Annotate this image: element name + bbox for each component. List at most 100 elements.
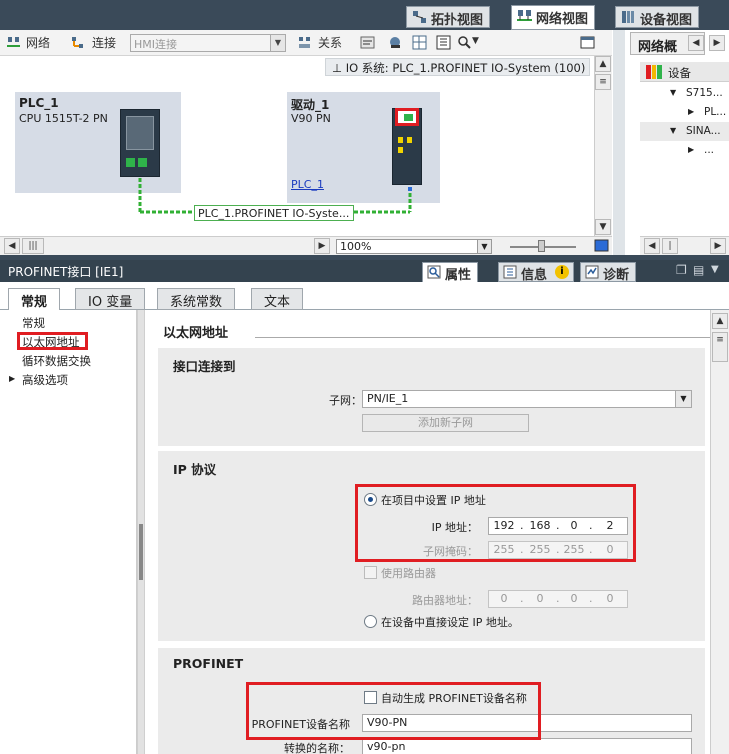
auto-generate-name-checkbox[interactable] <box>364 691 377 704</box>
scroll-thumb[interactable]: ≡ <box>712 332 728 362</box>
scroll-left-icon[interactable]: ◀ <box>4 238 20 254</box>
tab-device-view[interactable]: 设备视图 <box>615 6 700 28</box>
ip-address-label: IP 地址： <box>431 521 478 534</box>
mask-octet: 255 <box>563 543 585 556</box>
network-name-label[interactable]: PLC_1.PROFINET IO-Syste... <box>194 205 354 221</box>
group-profinet: PROFINET 自动生成 PROFINET设备名称 PROFINET设备名称 … <box>158 648 705 754</box>
inspector-content: 以太网地址 接口连接到 子网： PN/IE_1 ▼ 添加新子网 IP 协议 在项… <box>145 310 710 754</box>
info-badge-icon: i <box>555 265 570 279</box>
device-name-label: PROFINET设备名称 <box>251 718 350 731</box>
group-title: IP 协议 <box>173 462 217 477</box>
chevron-down-icon: ▼ <box>675 391 691 407</box>
properties-icon <box>427 265 441 279</box>
subnet-label: 子网： <box>329 394 362 407</box>
scroll-left-icon[interactable]: ◀ <box>644 238 660 254</box>
group-title: PROFINET <box>173 656 244 671</box>
overview-row[interactable]: ▶ PL... <box>640 103 729 122</box>
overview-row[interactable]: ▶... <box>640 141 729 160</box>
overview-splitter[interactable] <box>613 30 625 255</box>
subtab-system-constants[interactable]: 系统常数 <box>157 288 236 310</box>
set-ip-in-project-radio[interactable] <box>364 493 377 506</box>
section-title: 以太网地址 <box>163 326 229 341</box>
ip-octet: 2 <box>606 519 614 532</box>
overview-tab-label: 网络概 <box>638 40 678 55</box>
router-octet: 0 <box>500 592 508 605</box>
scroll-thumb[interactable]: ≡ <box>595 74 611 90</box>
maximize-icon[interactable]: ❐ <box>676 263 687 277</box>
subnet-value: PN/IE_1 <box>367 392 409 405</box>
group-interface-connection: 接口连接到 子网： PN/IE_1 ▼ 添加新子网 <box>158 348 705 446</box>
nav-cyclic-data-exchange[interactable]: 循环数据交换 <box>22 353 91 369</box>
ip-octet: 168 <box>529 519 551 532</box>
network-vertical-scrollbar[interactable]: ▲ ≡ ▼ <box>594 56 612 236</box>
tab-label: 网络视图 <box>536 12 589 27</box>
subtab-texts[interactable]: 文本 <box>251 288 304 310</box>
subtab-label: IO 变量 <box>88 295 133 310</box>
inspector-vertical-scrollbar[interactable]: ▲ ≡ <box>710 310 729 754</box>
tab-scroll-left-icon[interactable]: ◀ <box>688 35 704 51</box>
tab-label: 信息 <box>521 268 548 283</box>
router-address-label: 路由器地址： <box>412 594 478 607</box>
overview-row[interactable]: ▼ SINA... <box>640 122 729 141</box>
ip-address-field[interactable]: 192 . 168 . 0 . 2 <box>488 517 628 535</box>
tab-scroll-right-icon[interactable]: ▶ <box>709 35 725 51</box>
network-horizontal-bar: ◀ ||| ▶ 100% ▼ <box>0 236 612 255</box>
scroll-thumb[interactable]: ||| <box>22 238 44 254</box>
set-ip-on-device-label: 在设备中直接设定 IP 地址。 <box>381 616 519 629</box>
chevron-right-icon[interactable]: ▶ <box>9 374 15 383</box>
router-octet: 0 <box>536 592 544 605</box>
mask-octet: 255 <box>529 543 551 556</box>
navigation-splitter[interactable] <box>137 310 145 754</box>
inspector-subtabs: 常规 IO 变量 系统常数 文本 <box>0 282 729 311</box>
scroll-right-icon[interactable]: ▶ <box>314 238 330 254</box>
group-ip-protocol: IP 协议 在项目中设置 IP 地址 IP 地址： 192 . 168 . 0 … <box>158 451 705 641</box>
scroll-up-icon[interactable]: ▲ <box>595 56 611 72</box>
device-view-icon <box>622 11 634 23</box>
overview-navigation-icon[interactable] <box>594 238 610 254</box>
auto-generate-name-label: 自动生成 PROFINET设备名称 <box>381 692 527 705</box>
subtab-label: 系统常数 <box>170 295 223 310</box>
overview-header: 设备 <box>640 62 729 82</box>
subnet-select[interactable]: PN/IE_1 ▼ <box>362 390 692 408</box>
nav-general[interactable]: 常规 <box>22 315 45 331</box>
device-name-input[interactable]: V90-PN <box>362 714 692 732</box>
subtab-general[interactable]: 常规 <box>8 288 61 311</box>
add-new-subnet-button[interactable]: 添加新子网 <box>362 414 529 432</box>
scroll-up-icon[interactable]: ▲ <box>712 313 728 329</box>
subtab-io-tags[interactable]: IO 变量 <box>75 288 146 310</box>
tab-network-view[interactable]: 网络视图 <box>511 5 596 30</box>
nav-advanced-options[interactable]: 高级选项 <box>22 372 68 388</box>
zoom-slider-handle[interactable] <box>538 240 545 252</box>
overview-horizontal-scrollbar[interactable]: ◀ | ▶ <box>640 236 729 255</box>
overview-row-label: PL... <box>704 106 727 118</box>
nav-ethernet-address[interactable]: 以太网地址 <box>22 334 80 350</box>
device-tree-icon <box>646 65 662 79</box>
subtab-label: 常规 <box>21 295 48 310</box>
use-router-checkbox[interactable] <box>364 566 377 579</box>
set-ip-on-device-radio[interactable] <box>364 615 377 628</box>
subtab-label: 文本 <box>264 295 291 310</box>
router-address-field: 0 . 0 . 0 . 0 <box>488 590 628 608</box>
chevron-down-icon[interactable]: ▼ <box>711 264 719 275</box>
set-ip-in-project-label: 在项目中设置 IP 地址 <box>381 494 486 507</box>
scroll-right-icon[interactable]: ▶ <box>710 238 726 254</box>
restore-icon[interactable]: ▤ <box>693 263 704 277</box>
topology-view-icon <box>413 11 426 23</box>
tab-diagnostics[interactable]: 诊断 <box>580 262 637 283</box>
inspector-header: PROFINET接口 [IE1] 属性 信息 i 诊断 ❐ ▤ ▼ <box>0 260 729 283</box>
mask-octet: 255 <box>493 543 515 556</box>
scroll-thumb[interactable]: | <box>662 238 678 254</box>
zoom-select[interactable]: 100% ▼ <box>336 239 492 254</box>
tab-properties[interactable]: 属性 <box>422 262 479 283</box>
scroll-down-icon[interactable]: ▼ <box>595 219 611 235</box>
tab-label: 拓扑视图 <box>431 13 484 28</box>
tab-topology-view[interactable]: 拓扑视图 <box>406 6 491 28</box>
overview-row-label: S715... <box>686 87 723 99</box>
converted-name-label: 转换的名称： <box>284 742 350 754</box>
tab-info[interactable]: 信息 i <box>498 262 575 283</box>
overview-row-label: ... <box>704 144 715 156</box>
zoom-value: 100% <box>340 240 372 253</box>
view-tabs-bar: 拓扑视图 网络视图 设备视图 <box>0 0 729 30</box>
overview-row[interactable]: ▼ S715... <box>640 84 729 103</box>
tab-label: 属性 <box>445 268 472 283</box>
